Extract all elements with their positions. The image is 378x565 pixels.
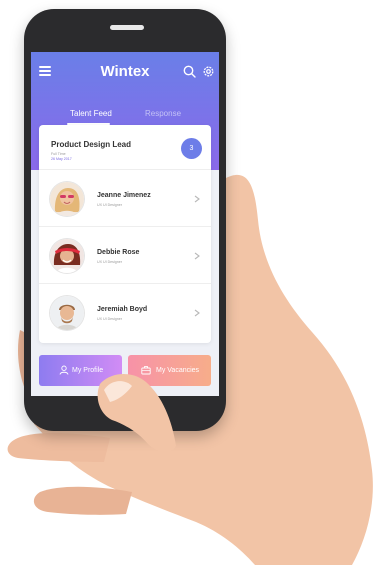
candidate-name: Debbie Rose [97, 249, 140, 256]
avatar [50, 239, 84, 273]
my-vacancies-label: My Vacancies [156, 367, 200, 374]
candidate-row[interactable]: Jeanne Jimenez UX UI Designer [39, 169, 211, 227]
chevron-right-icon[interactable] [194, 309, 200, 317]
job-type: Full Time [51, 152, 66, 156]
user-icon [59, 365, 69, 375]
candidate-name: Jeremiah Boyd [97, 306, 148, 313]
avatar [50, 182, 84, 216]
tab-response[interactable]: Response [145, 109, 181, 118]
job-title[interactable]: Product Design Lead [51, 140, 131, 149]
candidate-role: UX UI Designer [97, 203, 122, 207]
candidate-role: UX UI Designer [97, 317, 122, 321]
job-date: 26 May 2017 [51, 157, 72, 161]
briefcase-icon [141, 366, 151, 375]
candidate-name: Jeanne Jimenez [97, 192, 151, 199]
candidate-row[interactable]: Jeremiah Boyd UX UI Designer [39, 283, 211, 341]
phone-speaker [110, 25, 144, 30]
phone: Wintex Talent Feed Response Product Desi… [24, 9, 226, 431]
candidate-role: UX UI Designer [97, 260, 122, 264]
app-screen: Wintex Talent Feed Response Product Desi… [31, 52, 219, 396]
search-icon[interactable] [183, 65, 196, 78]
job-card: Product Design Lead Full Time 26 May 201… [39, 125, 211, 343]
my-vacancies-button[interactable]: My Vacancies [128, 355, 211, 386]
my-profile-button[interactable]: My Profile [39, 355, 122, 386]
chevron-right-icon[interactable] [194, 195, 200, 203]
avatar [50, 296, 84, 330]
gear-icon[interactable] [202, 65, 215, 78]
tab-talent-feed[interactable]: Talent Feed [70, 109, 112, 118]
candidate-row[interactable]: Debbie Rose UX UI Designer [39, 226, 211, 284]
chevron-right-icon[interactable] [194, 252, 200, 260]
candidate-count-badge[interactable]: 3 [181, 138, 202, 159]
my-profile-label: My Profile [72, 367, 104, 374]
